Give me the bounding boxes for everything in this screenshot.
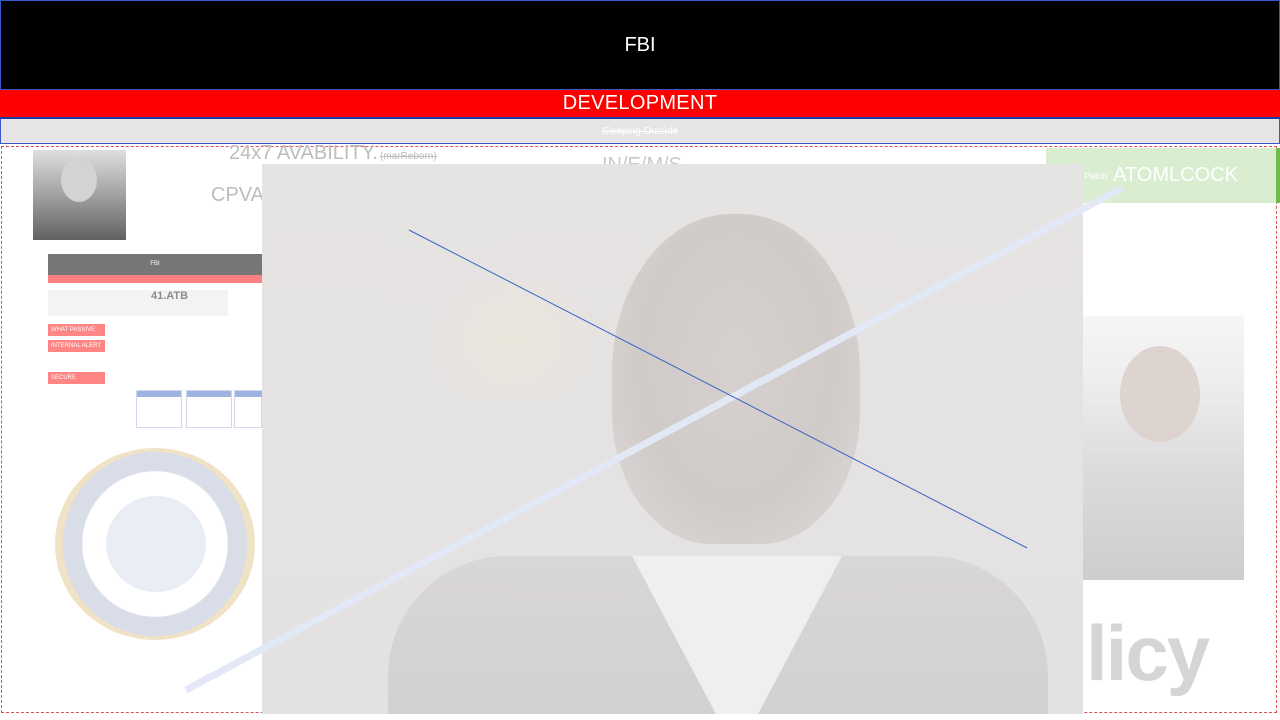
mini-atb-label: 41.ATB (151, 290, 189, 302)
mini-pill: SECURE WATCHER (48, 372, 105, 393)
atom-button-label: ATOMLCOCK (1113, 164, 1238, 186)
app-header: FBI (0, 0, 1280, 90)
banner-title: DEVELOPMENT (562, 92, 718, 114)
mini-info-row: 41.ATB (48, 290, 228, 316)
policy-text: licy (1086, 609, 1210, 697)
availability-label: 24x7 AVABILITY. (229, 142, 378, 164)
status-strip: Sleeping Outside (0, 119, 1280, 144)
header-title: FBI (624, 33, 656, 56)
mini-header: FBI (48, 254, 262, 275)
woman-portrait-image (1076, 316, 1244, 580)
mini-card (186, 390, 232, 428)
availability-note: (marReborn) (379, 151, 437, 162)
development-banner: DEVELOPMENT (0, 90, 1280, 119)
man-portrait-image (33, 150, 126, 240)
cpva-text: CPVA (211, 184, 264, 206)
mini-screenshot-thumbnail: FBI 41.ATB WHAT PASSIVE INTERNAL ALERT S… (48, 254, 279, 434)
mini-card (136, 390, 182, 428)
mini-pill: WHAT PASSIVE (48, 324, 105, 336)
atom-button-small: Patch (1084, 170, 1108, 181)
mini-red-bar (48, 275, 262, 283)
strip-text: Sleeping Outside (601, 125, 679, 137)
photo-person-head (612, 214, 860, 544)
photo-light-glow (412, 280, 612, 400)
mini-pill: INTERNAL ALERT (48, 340, 105, 352)
availability-text: 24x7 AVABILITY. (marReborn) (229, 142, 437, 165)
mini-card (234, 390, 279, 428)
navy-seal-eagle-icon (106, 496, 206, 592)
